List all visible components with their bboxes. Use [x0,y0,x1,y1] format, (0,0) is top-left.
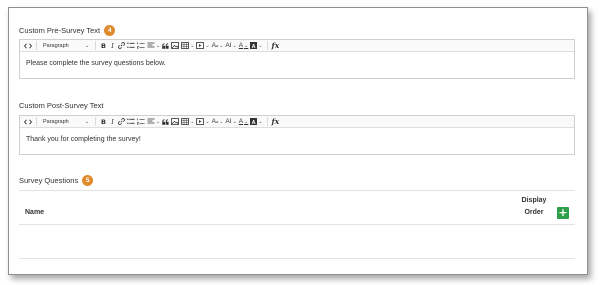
link-icon[interactable] [117,117,126,127]
formula-icon[interactable]: fx [271,117,281,127]
formula-icon[interactable]: fx [271,41,281,51]
toolbar-divider [36,41,37,50]
pre-survey-heading: Custom Pre-Survey Text 4 [19,25,116,36]
font-size-label: AI [225,42,232,49]
blockquote-icon[interactable] [161,117,170,127]
column-header-name: Name [25,209,45,216]
chevron-down-icon: ⌄ [190,118,195,125]
post-survey-editor: Paragraph ⌄ B I ⌄ ⌄ ⌄ A a ⌄ AI ⌄ A ⌄ A ⌄… [19,115,575,155]
superscript-icon[interactable]: Aa ⌄ [211,117,225,127]
step-badge-4: 4 [104,25,116,36]
italic-icon[interactable]: I [108,41,117,51]
column-header-order: Order [524,209,544,216]
post-survey-heading: Custom Post-Survey Text [19,101,103,110]
table-icon[interactable]: ⌄ [180,41,195,51]
text-color-label: A [238,42,244,49]
superscript-icon[interactable]: Aa ⌄ [211,41,225,51]
post-survey-text[interactable]: Thank you for completing the survey! [20,128,574,151]
numbered-list-icon[interactable] [136,41,146,51]
font-size-label: AI [225,118,232,125]
text-color-icon[interactable]: A ⌄ [238,41,250,51]
blockquote-icon[interactable] [161,41,170,51]
svg-text:A: A [252,120,256,125]
chevron-down-icon: ⌄ [232,118,237,125]
editor-toolbar: Paragraph ⌄ B I ⌄ ⌄ ⌄ A a ⌄ AI ⌄ A ⌄ A ⌄… [20,116,574,128]
image-icon[interactable] [170,41,180,51]
background-color-icon[interactable]: A ⌄ [249,41,263,51]
chevron-down-icon: ⌄ [190,42,195,49]
pre-survey-text[interactable]: Please complete the survey questions bel… [20,52,574,75]
text-color-icon[interactable]: A ⌄ [238,117,250,127]
step-badge-5: 5 [82,175,94,186]
table-header-divider [19,224,575,225]
chevron-down-icon: ⌄ [232,42,237,49]
align-icon[interactable]: ⌄ [146,41,161,51]
font-size-icon[interactable]: AI ⌄ [224,117,237,127]
chevron-down-icon: ⌄ [258,42,263,49]
column-header-display: Display [521,197,547,204]
toolbar-divider [95,117,96,126]
code-view-icon[interactable] [23,117,33,127]
background-color-icon[interactable]: A ⌄ [249,117,263,127]
post-survey-label: Custom Post-Survey Text [19,101,104,110]
table-icon[interactable]: ⌄ [180,117,195,127]
survey-questions-heading: Survey Questions 5 [19,175,94,186]
chevron-down-icon: ⌄ [244,118,249,125]
table-bottom-divider [19,258,575,259]
pre-survey-editor: Paragraph ⌄ B I ⌄ ⌄ ⌄ A a ⌄ AI ⌄ A ⌄ A ⌄… [19,39,575,79]
align-icon[interactable]: ⌄ [146,117,161,127]
toolbar-divider [36,117,37,126]
bold-icon[interactable]: B [99,41,108,51]
image-icon[interactable] [170,117,180,127]
link-icon[interactable] [117,41,126,51]
toolbar-divider [266,117,268,126]
chevron-down-icon: ⌄ [244,42,249,49]
media-embed-icon[interactable]: ⌄ [195,41,210,51]
add-question-button[interactable]: + [557,207,569,219]
chevron-down-icon: ⌄ [84,118,89,125]
chevron-down-icon: ⌄ [156,118,161,125]
paragraph-format-select[interactable]: Paragraph ⌄ [40,41,92,51]
media-embed-icon[interactable]: ⌄ [195,117,210,127]
text-color-label: A [238,118,244,125]
chevron-down-icon: ⌄ [205,118,210,125]
bullet-list-icon[interactable] [126,41,136,51]
bullet-list-icon[interactable] [126,117,136,127]
pre-survey-label: Custom Pre-Survey Text [19,26,101,35]
editor-toolbar: Paragraph ⌄ B I ⌄ ⌄ ⌄ A a ⌄ AI ⌄ A ⌄ A ⌄… [20,40,574,52]
toolbar-divider [266,41,268,50]
code-view-icon[interactable] [23,41,33,51]
column-header-display-order: Display Order [517,195,551,219]
font-size-icon[interactable]: AI ⌄ [224,41,237,51]
bold-icon[interactable]: B [99,117,108,127]
italic-icon[interactable]: I [108,117,117,127]
paragraph-format-label: Paragraph [43,42,69,49]
chevron-down-icon: ⌄ [205,42,210,49]
numbered-list-icon[interactable] [136,117,146,127]
survey-settings-panel: Custom Pre-Survey Text 4 Paragraph ⌄ B I [8,7,588,275]
survey-questions-label: Survey Questions [19,176,79,185]
svg-text:A: A [252,44,256,49]
paragraph-format-select[interactable]: Paragraph ⌄ [40,117,92,127]
chevron-down-icon: ⌄ [219,118,224,125]
chevron-down-icon: ⌄ [156,42,161,49]
chevron-down-icon: ⌄ [258,118,263,125]
paragraph-format-label: Paragraph [43,118,69,125]
table-top-divider [19,190,575,191]
chevron-down-icon: ⌄ [219,42,224,49]
chevron-down-icon: ⌄ [84,42,89,49]
toolbar-divider [95,41,96,50]
